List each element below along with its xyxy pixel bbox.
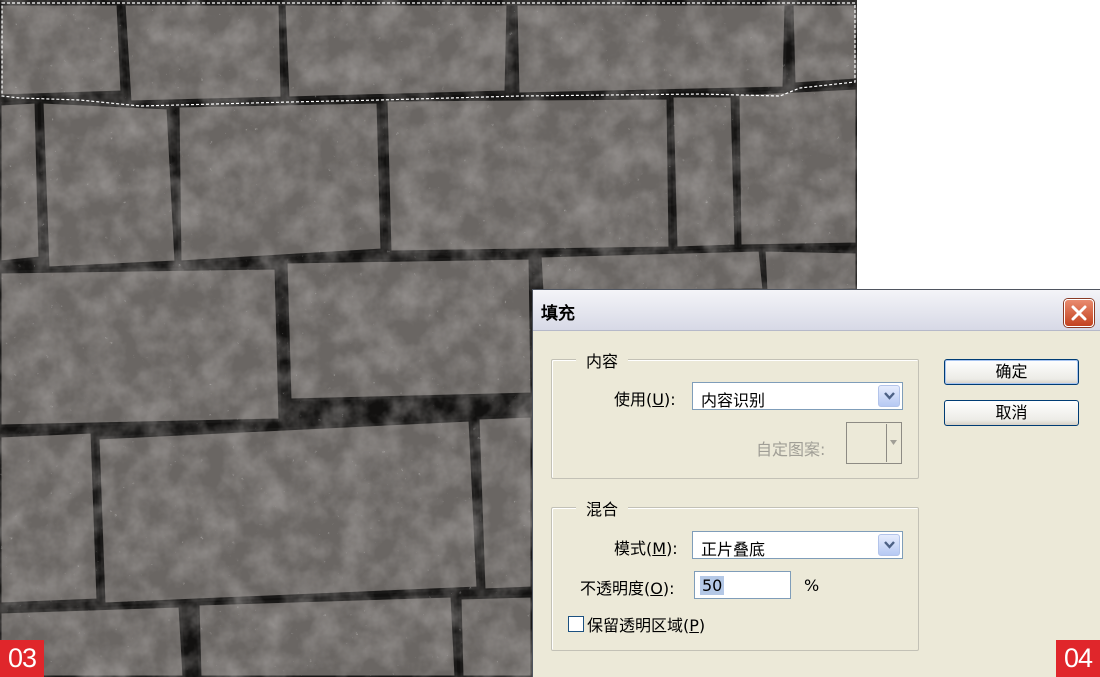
chevron-down-icon[interactable] <box>878 534 900 556</box>
pattern-swatch <box>848 424 887 462</box>
chevron-down-icon[interactable] <box>878 385 900 407</box>
custom-pattern-label: 自定图案: <box>756 440 826 459</box>
opacity-value: 50 <box>700 576 725 595</box>
mode-label: 模式(M): <box>614 539 678 558</box>
opacity-label: 不透明度(O): <box>580 579 675 598</box>
use-select-value: 内容识别 <box>701 391 766 410</box>
fill-dialog: 填充 内容 使用(U): 内容识别 自定图案: 混合 模式(M): 正片叠底 不… <box>532 289 1100 677</box>
use-select[interactable]: 内容识别 <box>692 382 903 410</box>
custom-pattern-picker <box>846 422 902 464</box>
opacity-unit: % <box>804 576 820 595</box>
close-icon <box>1071 305 1087 321</box>
small-down-arrow-icon <box>890 440 897 445</box>
blend-group-legend: 混合 <box>576 496 629 520</box>
dialog-titlebar[interactable]: 填充 <box>533 290 1100 331</box>
preserve-transparency-label[interactable]: 保留透明区域(P) <box>587 612 705 636</box>
mode-select-value: 正片叠底 <box>701 540 766 559</box>
step-badge-03: 03 <box>0 640 44 677</box>
preserve-transparency-checkbox[interactable] <box>568 616 584 632</box>
dialog-title: 填充 <box>541 304 575 324</box>
use-label: 使用(U): <box>614 390 676 409</box>
step-badge-04: 04 <box>1056 640 1100 677</box>
cancel-button[interactable]: 取消 <box>944 400 1079 426</box>
ok-button[interactable]: 确定 <box>944 359 1079 385</box>
close-button[interactable] <box>1064 299 1094 327</box>
mode-select[interactable]: 正片叠底 <box>692 531 903 559</box>
content-group-legend: 内容 <box>576 348 629 372</box>
opacity-input[interactable]: 50 <box>694 571 791 599</box>
